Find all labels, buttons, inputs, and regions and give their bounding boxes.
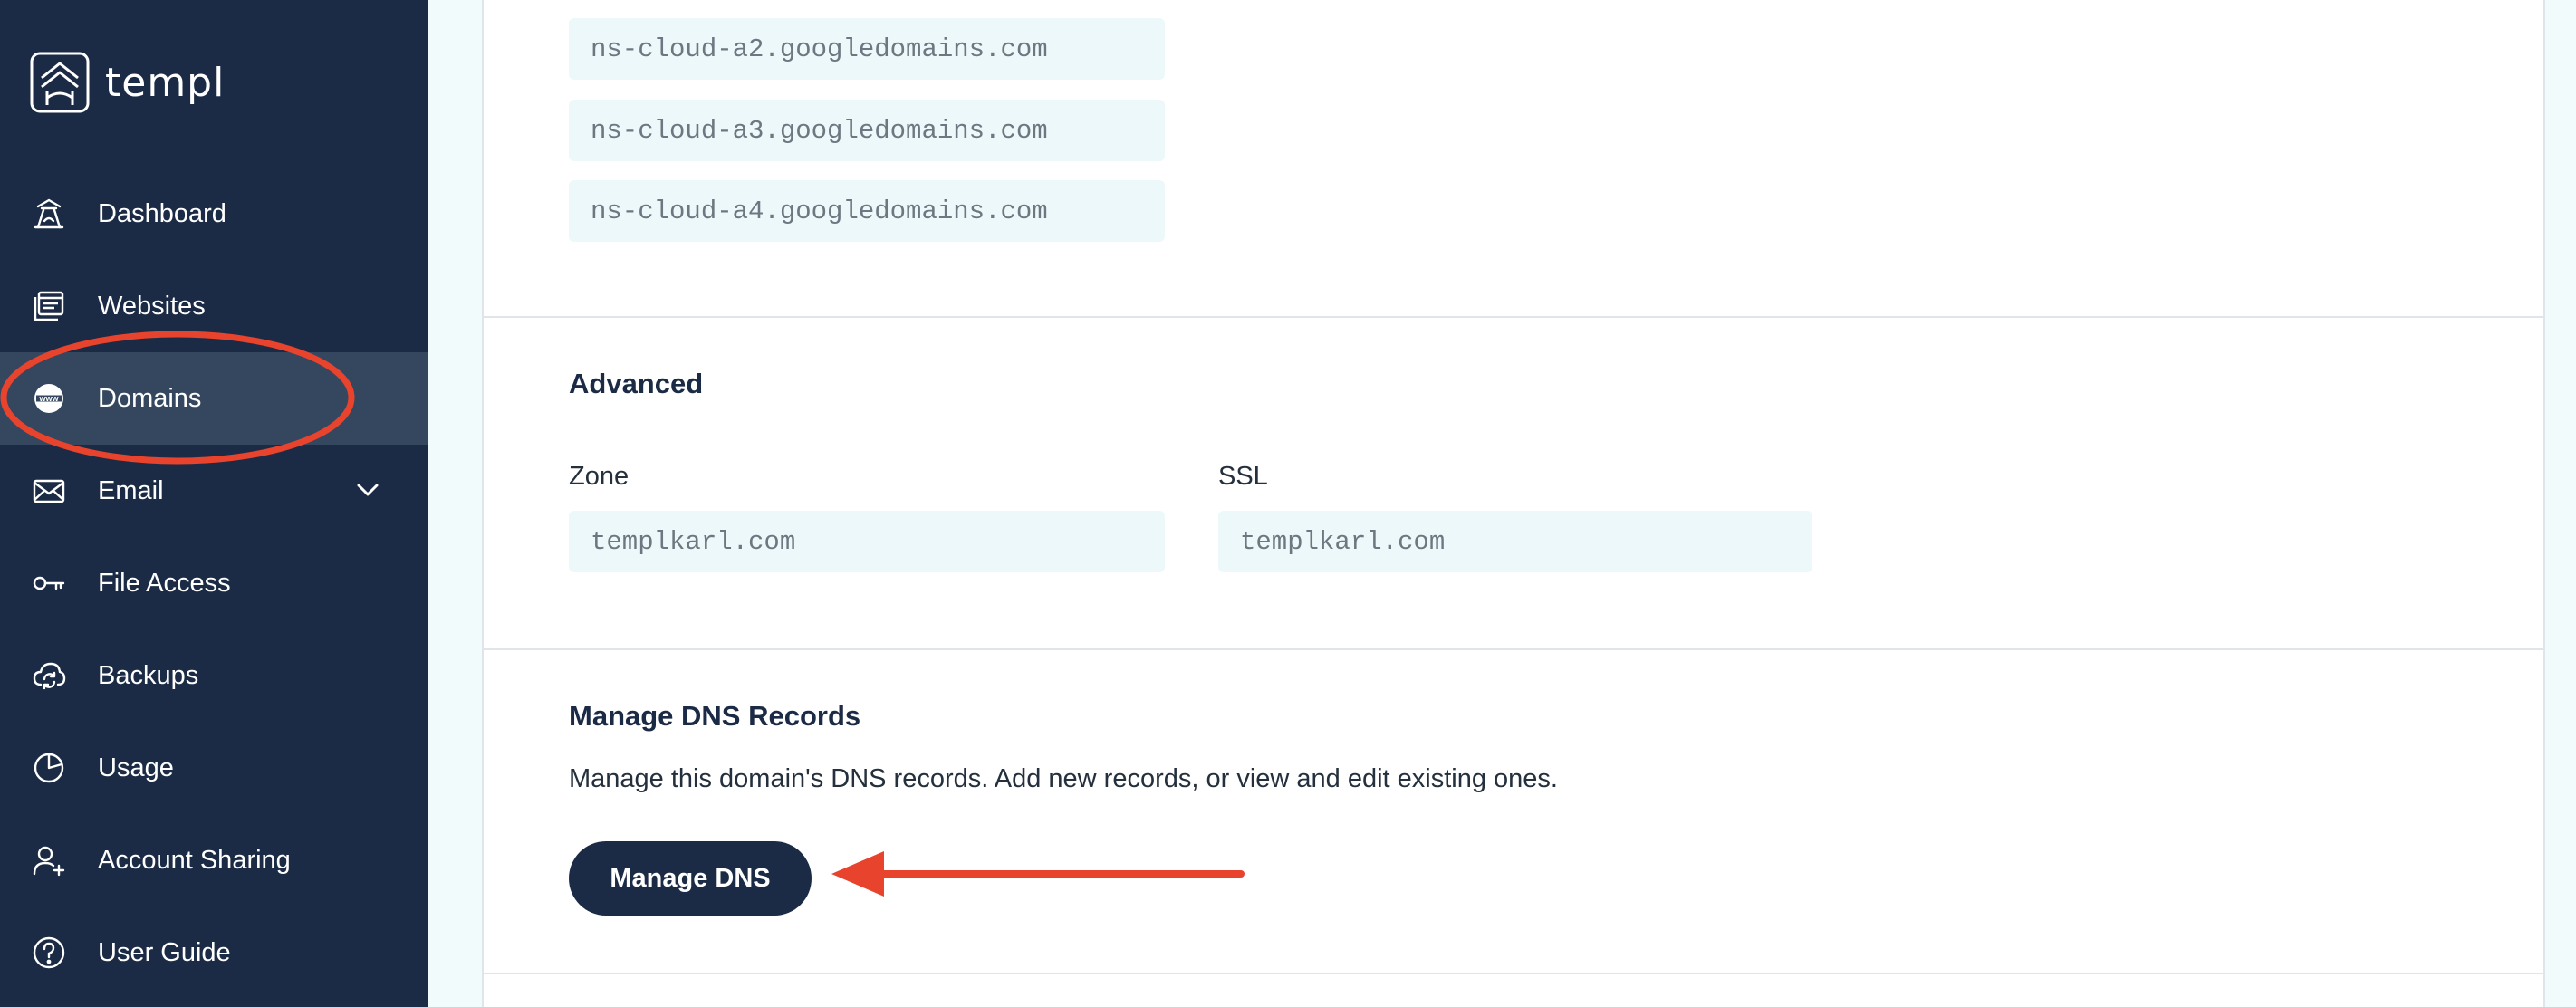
dns-description: Manage this domain's DNS records. Add ne…: [569, 764, 1558, 793]
brand[interactable]: templ: [29, 51, 225, 114]
brand-name: templ: [105, 59, 226, 106]
manage-dns-button[interactable]: Manage DNS: [569, 841, 812, 916]
key-icon: [31, 565, 67, 601]
nameserver-field[interactable]: ns-cloud-a2.googledomains.com: [569, 18, 1165, 80]
dns-section-title: Manage DNS Records: [569, 700, 861, 732]
sidebar: templ Dashboard Websites www Domains Ema…: [0, 0, 428, 1007]
sidebar-item-label: Usage: [98, 753, 174, 782]
section-divider: [484, 316, 2543, 318]
nameserver-field[interactable]: ns-cloud-a4.googledomains.com: [569, 180, 1165, 242]
nameserver-field[interactable]: ns-cloud-a3.googledomains.com: [569, 100, 1165, 161]
sidebar-item-label: Account Sharing: [98, 845, 291, 875]
svg-text:www: www: [38, 394, 59, 403]
ssl-label: SSL: [1218, 462, 1268, 491]
websites-icon: [31, 288, 67, 324]
globe-www-icon: www: [31, 380, 67, 417]
sidebar-item-label: File Access: [98, 568, 231, 598]
templ-logo-icon: [30, 52, 90, 113]
section-divider: [484, 648, 2543, 650]
section-divider: [484, 973, 2543, 974]
sidebar-item-label: Dashboard: [98, 198, 226, 228]
chevron-down-icon[interactable]: [353, 475, 382, 504]
sidebar-item-email[interactable]: Email: [0, 445, 428, 537]
advanced-section-title: Advanced: [569, 368, 704, 399]
zone-label: Zone: [569, 462, 630, 491]
sidebar-item-backups[interactable]: Backups: [0, 629, 428, 722]
sidebar-nav: Dashboard Websites www Domains Email Fil…: [0, 168, 428, 999]
help-circle-icon: [31, 935, 67, 971]
sidebar-item-label: Websites: [98, 291, 206, 321]
cloud-sync-icon: [31, 657, 67, 694]
sidebar-item-user-guide[interactable]: User Guide: [0, 906, 428, 999]
envelope-icon: [31, 473, 67, 509]
pie-chart-icon: [31, 750, 67, 786]
dashboard-icon: [31, 196, 67, 232]
sidebar-item-account-sharing[interactable]: Account Sharing: [0, 814, 428, 906]
sidebar-item-label: User Guide: [98, 937, 231, 967]
sidebar-item-label: Email: [98, 475, 164, 505]
sidebar-item-label: Domains: [98, 383, 202, 413]
sidebar-item-websites[interactable]: Websites: [0, 260, 428, 352]
sidebar-item-label: Backups: [98, 660, 199, 690]
domain-details-card: ns-cloud-a2.googledomains.com ns-cloud-a…: [482, 0, 2545, 1007]
sidebar-item-usage[interactable]: Usage: [0, 722, 428, 814]
sidebar-item-file-access[interactable]: File Access: [0, 537, 428, 629]
user-add-icon: [31, 842, 67, 878]
sidebar-item-dashboard[interactable]: Dashboard: [0, 168, 428, 260]
ssl-field[interactable]: templkarl.com: [1218, 511, 1812, 572]
sidebar-item-domains[interactable]: www Domains: [0, 352, 428, 445]
zone-field[interactable]: templkarl.com: [569, 511, 1165, 572]
